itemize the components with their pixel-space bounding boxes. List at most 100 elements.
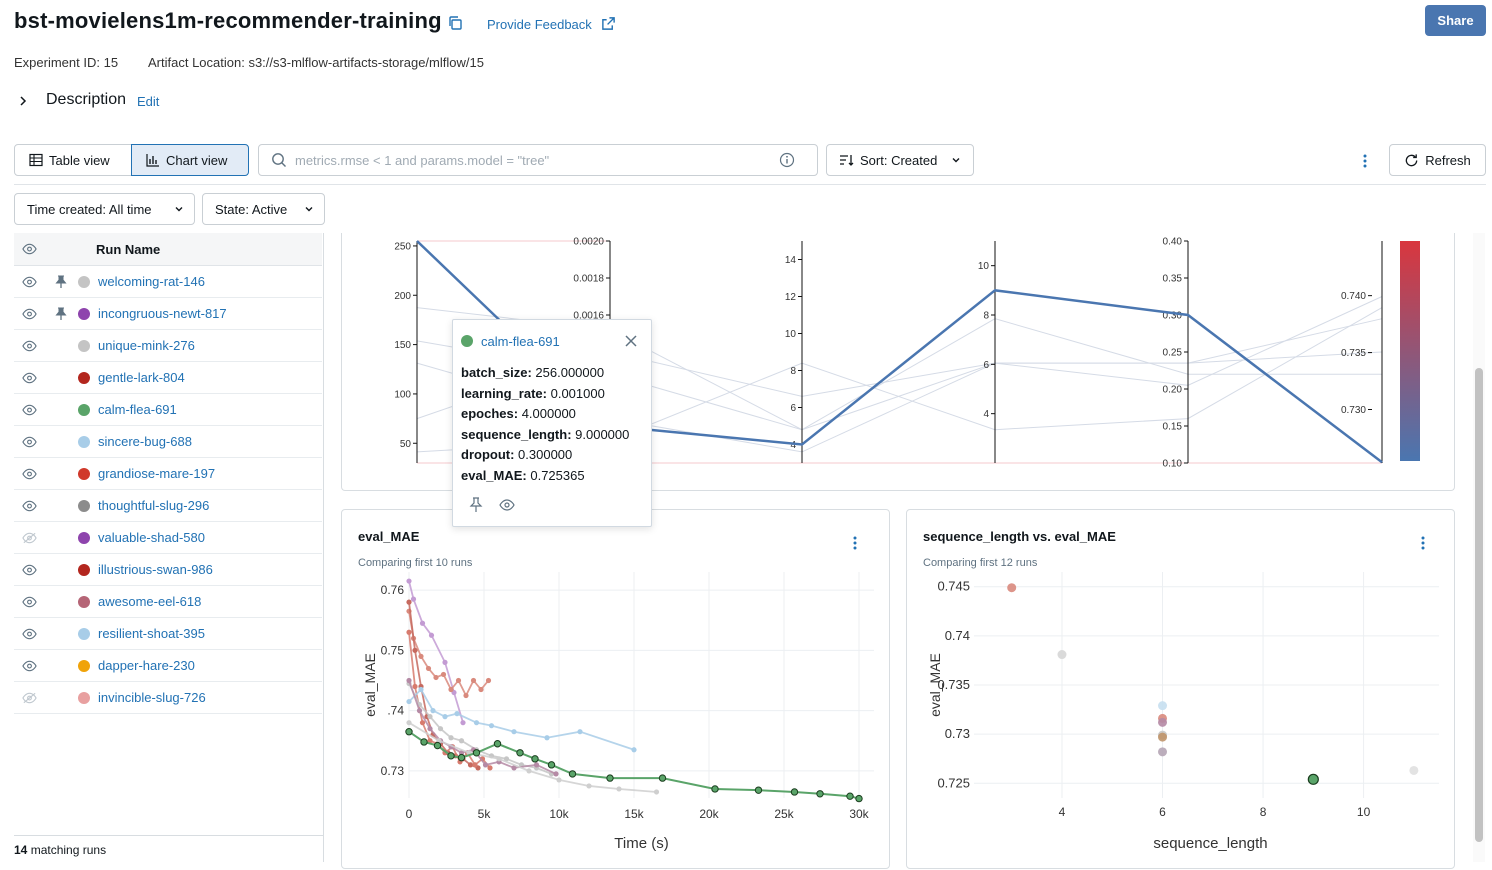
eye-icon[interactable] [14, 404, 44, 416]
run-row[interactable]: calm-flea-691 [14, 394, 322, 426]
scrollbar-thumb[interactable] [1475, 368, 1483, 842]
run-color-dot[interactable] [78, 467, 90, 480]
info-icon[interactable] [779, 152, 795, 168]
eye-icon[interactable] [14, 660, 44, 672]
run-name-link[interactable]: gentle-lark-804 [98, 370, 185, 385]
refresh-button[interactable]: Refresh [1389, 144, 1486, 176]
run-name-link[interactable]: calm-flea-691 [98, 402, 177, 417]
run-row[interactable]: welcoming-rat-146 [14, 266, 322, 298]
y-tick-label: .74 [387, 704, 404, 718]
description-label[interactable]: Description [46, 91, 126, 109]
run-color-dot[interactable] [78, 531, 90, 544]
run-name-link[interactable]: illustrious-swan-986 [98, 562, 213, 577]
run-color-dot[interactable] [78, 435, 90, 448]
run-color-dot[interactable] [78, 339, 90, 352]
runs-list-header: Run Name [14, 233, 322, 266]
eye-icon[interactable] [14, 308, 44, 320]
state-label: State: Active [215, 201, 288, 217]
run-row[interactable]: unique-mink-276 [14, 330, 322, 362]
series-point [406, 578, 412, 584]
share-button[interactable]: Share [1425, 5, 1486, 36]
provide-feedback-link[interactable]: Provide Feedback [487, 17, 592, 32]
eye-icon[interactable] [14, 436, 44, 448]
eye-icon[interactable] [14, 372, 44, 384]
run-color-dot[interactable] [78, 627, 90, 640]
close-icon[interactable] [625, 335, 637, 347]
copy-icon[interactable] [446, 14, 464, 32]
eye-icon[interactable] [14, 340, 44, 352]
refresh-icon [1404, 153, 1419, 168]
run-color-dot[interactable] [78, 691, 90, 704]
run-row[interactable]: thoughtful-slug-296 [14, 490, 322, 522]
eye-icon[interactable] [14, 596, 44, 608]
run-row[interactable]: dapper-hare-230 [14, 650, 322, 682]
search-box[interactable] [258, 144, 818, 176]
run-name-link[interactable]: welcoming-rat-146 [98, 274, 205, 289]
run-name-link[interactable]: grandiose-mare-197 [98, 466, 215, 481]
state-dropdown[interactable]: State: Active [202, 193, 325, 225]
run-name-link[interactable]: incongruous-newt-817 [98, 306, 227, 321]
run-name-link[interactable]: awesome-eel-618 [98, 594, 201, 609]
search-input[interactable] [295, 152, 775, 168]
run-row[interactable]: illustrious-swan-986 [14, 554, 322, 586]
scatter-chart[interactable]: 4 6 8 100.7250.730.7350.740.745sequence_len… [907, 510, 1456, 870]
axis-tick-label: 0.730 [1341, 405, 1366, 416]
run-color-dot[interactable] [78, 307, 90, 320]
param-value: 256.000000 [531, 365, 605, 380]
eye-icon[interactable] [14, 276, 44, 288]
pin-icon[interactable] [44, 275, 78, 289]
run-row[interactable]: valuable-shad-580 [14, 522, 322, 554]
run-name-link[interactable]: unique-mink-276 [98, 338, 195, 353]
eval-mae-line-chart[interactable]: 0 5k 10k 15k 20k 25k 30k 0.73 .74 0.75 0.76 Time (s… [342, 510, 891, 870]
run-name-header[interactable]: Run Name [96, 242, 160, 257]
run-name-link[interactable]: dapper-hare-230 [98, 658, 195, 673]
series-point [496, 756, 502, 762]
run-row[interactable]: sincere-bug-688 [14, 426, 322, 458]
run-color-dot[interactable] [78, 371, 90, 384]
edit-description-link[interactable]: Edit [137, 94, 159, 109]
eye-icon[interactable] [14, 243, 44, 255]
pin-icon[interactable] [469, 496, 483, 513]
chevron-right-icon[interactable] [16, 94, 30, 108]
run-color-dot[interactable] [78, 275, 90, 288]
run-row[interactable]: invincible-slug-726 [14, 682, 322, 714]
eye-icon[interactable] [14, 500, 44, 512]
eye-off-icon[interactable] [14, 532, 44, 544]
chart-view-tab[interactable]: Chart view [131, 144, 249, 176]
table-view-tab[interactable]: Table view [14, 144, 132, 176]
run-row[interactable]: grandiose-mare-197 [14, 458, 322, 490]
series-point [493, 740, 502, 748]
sort-dropdown[interactable]: Sort: Created [826, 144, 974, 176]
pin-icon[interactable] [44, 307, 78, 321]
run-name-link[interactable]: thoughtful-slug-296 [98, 498, 209, 513]
run-name-link[interactable]: invincible-slug-726 [98, 690, 206, 705]
run-name-link[interactable]: resilient-shoat-395 [98, 626, 205, 641]
more-options-icon[interactable] [1357, 152, 1373, 170]
series-point [412, 683, 418, 690]
run-name-link[interactable]: sincere-bug-688 [98, 434, 192, 449]
time-created-dropdown[interactable]: Time created: All time [14, 193, 195, 225]
run-row[interactable]: gentle-lark-804 [14, 362, 322, 394]
run-color-dot[interactable] [78, 595, 90, 608]
series-point [433, 741, 442, 750]
run-row[interactable]: incongruous-newt-817 [14, 298, 322, 330]
x-tick-label: 15k [624, 807, 644, 821]
run-color-dot[interactable] [78, 403, 90, 416]
run-name-link[interactable]: valuable-shad-580 [98, 530, 205, 545]
eye-icon[interactable] [14, 628, 44, 640]
eye-icon[interactable] [14, 564, 44, 576]
run-color-dot[interactable] [78, 499, 90, 512]
run-row[interactable]: awesome-eel-618 [14, 586, 322, 618]
external-link-icon[interactable] [601, 16, 616, 31]
series-point [448, 735, 454, 741]
eye-icon[interactable] [499, 497, 515, 513]
sort-label: Sort: Created [860, 152, 938, 168]
eye-icon[interactable] [14, 468, 44, 480]
tooltip-run-name[interactable]: calm-flea-691 [481, 334, 560, 349]
run-color-dot[interactable] [78, 659, 90, 672]
eye-off-icon[interactable] [14, 692, 44, 704]
series-point [533, 762, 540, 768]
run-color-dot[interactable] [78, 563, 90, 576]
run-row[interactable]: resilient-shoat-395 [14, 618, 322, 650]
axis-tick-label: 100 [394, 389, 411, 400]
